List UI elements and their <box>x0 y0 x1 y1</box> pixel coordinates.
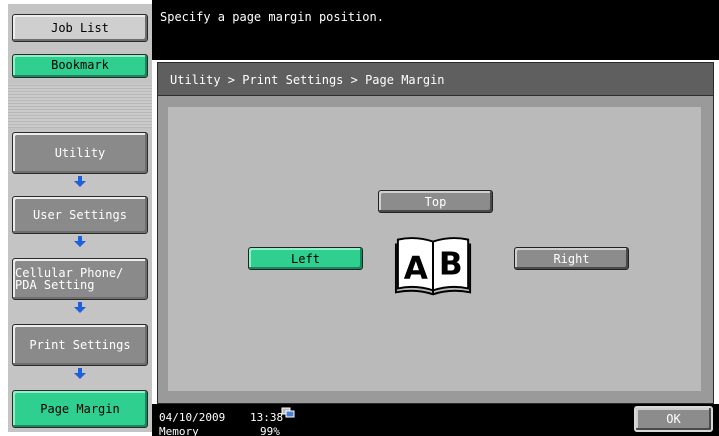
right-margin-button[interactable]: Right <box>514 247 629 270</box>
status-time: 13:38 <box>250 411 284 424</box>
status-date: 04/10/2009 <box>159 411 226 424</box>
message-bar: Specify a page margin position. <box>152 0 719 60</box>
network-icon <box>281 407 295 418</box>
sidebar-item-cellular-phone-pda-setting[interactable]: Cellular Phone/ PDA Setting <box>12 258 148 300</box>
sidebar-item-print-settings[interactable]: Print Settings <box>12 324 148 366</box>
job-list-button[interactable]: Job List <box>12 14 148 42</box>
memory-label: Memory <box>159 425 199 436</box>
screen: Job List Bookmark Utility User Settings … <box>0 0 719 436</box>
down-arrow-icon <box>74 368 86 379</box>
top-margin-button[interactable]: Top <box>378 190 493 213</box>
main-panel: Utility > Print Settings > Page Margin T… <box>157 62 714 404</box>
book-icon: A B <box>394 237 472 296</box>
breadcrumb-text: Utility > Print Settings > Page Margin <box>170 73 445 87</box>
sidebar: Job List Bookmark Utility User Settings … <box>8 4 152 432</box>
bookmark-button[interactable]: Bookmark <box>12 54 148 78</box>
content-area: Top Left Right A B <box>168 107 701 391</box>
breadcrumb: Utility > Print Settings > Page Margin <box>158 63 713 96</box>
sidebar-item-user-settings[interactable]: User Settings <box>12 196 148 234</box>
memory-value: 99% <box>260 425 280 436</box>
sidebar-item-page-margin[interactable]: Page Margin <box>12 390 148 428</box>
down-arrow-icon <box>74 176 86 187</box>
ok-button[interactable]: OK <box>634 406 713 432</box>
sidebar-item-label: PDA Setting <box>15 278 95 292</box>
down-arrow-icon <box>74 302 86 313</box>
book-left-letter: A <box>404 251 428 287</box>
status-bar: 04/10/2009 13:38 Memory 99% OK <box>152 404 719 436</box>
sidebar-separator <box>8 84 152 128</box>
instruction-message: Specify a page margin position. <box>160 10 384 24</box>
down-arrow-icon <box>74 236 86 247</box>
book-right-letter: B <box>439 247 463 283</box>
sidebar-item-utility[interactable]: Utility <box>12 132 148 174</box>
left-margin-button[interactable]: Left <box>248 247 363 270</box>
